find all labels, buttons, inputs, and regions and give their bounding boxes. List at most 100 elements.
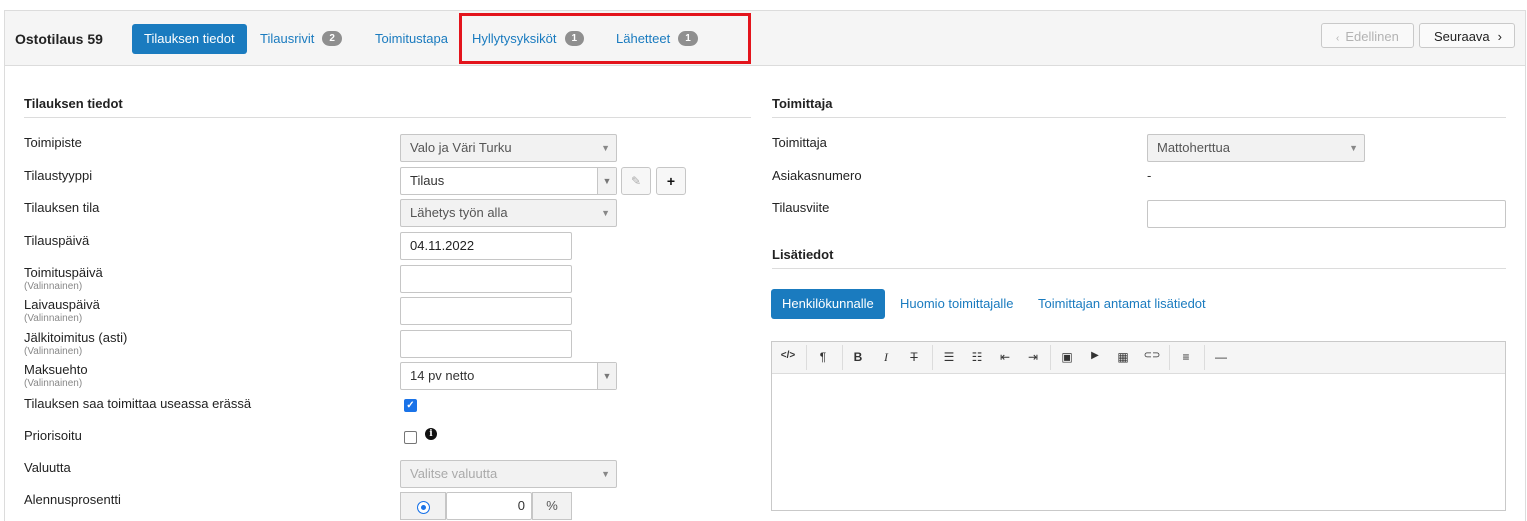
- select-tilaustyyppi[interactable]: Tilaus ▼: [400, 167, 617, 195]
- label-asiakasnumero: Asiakasnumero: [772, 168, 862, 183]
- tab-toimittajan-lisatiedot[interactable]: Toimittajan antamat lisätiedot: [1038, 289, 1206, 319]
- toolbar-divider: [806, 345, 807, 370]
- input-tilausviite[interactable]: [1147, 200, 1506, 228]
- caret-down-icon: ▼: [601, 208, 610, 218]
- optional-hint: (Valinnainen): [24, 378, 83, 389]
- plus-icon: +: [666, 173, 676, 189]
- caret-down-icon: ▼: [597, 168, 616, 194]
- optional-hint: (Valinnainen): [24, 313, 83, 324]
- editor-content[interactable]: [772, 374, 1505, 510]
- toolbar-divider: [842, 345, 843, 370]
- rich-text-editor: </> ¶ B I T ☰ ☷ ⇤ ⇥ ▣ ▶ ▦ ⊂⊃ ≡ —: [771, 341, 1506, 511]
- label-valuutta: Valuutta: [24, 460, 71, 475]
- toolbar-divider: [1050, 345, 1051, 370]
- next-label: Seuraava: [1434, 29, 1490, 44]
- select-placeholder: Valitse valuutta: [410, 466, 498, 481]
- divider: [24, 117, 751, 118]
- section-heading-order-info: Tilauksen tiedot: [24, 96, 123, 111]
- toolbar-divider: [1204, 345, 1205, 370]
- info-icon[interactable]: i: [425, 428, 437, 440]
- radio-addon: [400, 492, 446, 520]
- caret-down-icon: ▼: [1349, 143, 1358, 153]
- next-button[interactable]: Seuraava ›: [1419, 23, 1515, 48]
- horizontal-rule-icon[interactable]: —: [1212, 350, 1230, 364]
- tab-tilauksen-tiedot[interactable]: Tilauksen tiedot: [132, 24, 247, 54]
- tab-label: Tilauksen tiedot: [144, 31, 235, 46]
- section-heading-supplier: Toimittaja: [772, 96, 833, 111]
- label-text: Laivauspäivä: [24, 297, 100, 312]
- label-toimittaja: Toimittaja: [772, 135, 827, 150]
- label-text: Maksuehto: [24, 362, 88, 377]
- ordered-list-icon[interactable]: ☷: [968, 350, 986, 364]
- discount-radio[interactable]: [417, 501, 430, 514]
- checkbox-useassa-erassa[interactable]: ✓: [404, 399, 417, 412]
- outdent-icon[interactable]: ⇤: [996, 350, 1014, 364]
- unordered-list-icon[interactable]: ☰: [940, 350, 958, 364]
- indent-icon[interactable]: ⇥: [1024, 350, 1042, 364]
- chevron-left-icon: ‹: [1336, 33, 1340, 44]
- label-jalkitoimitus: Jälkitoimitus (asti) (Valinnainen): [24, 330, 127, 357]
- add-order-type-button[interactable]: +: [656, 167, 686, 195]
- link-icon[interactable]: ⊂⊃: [1143, 350, 1161, 361]
- input-jalkitoimitus[interactable]: [400, 330, 572, 358]
- label-maksuehto: Maksuehto (Valinnainen): [24, 362, 88, 389]
- edit-button[interactable]: ✎: [621, 167, 651, 195]
- previous-label: Edellinen: [1345, 29, 1399, 44]
- select-tilauksen-tila[interactable]: Lähetys työn alla ▼: [400, 199, 617, 227]
- select-value: Tilaus: [410, 173, 445, 188]
- label-toimituspaiva: Toimituspäivä (Valinnainen): [24, 265, 103, 292]
- caret-down-icon: ▼: [597, 363, 616, 389]
- input-laivauspaiva[interactable]: [400, 297, 572, 325]
- label-tilauksen-tila: Tilauksen tila: [24, 200, 100, 215]
- label-text: Toimituspäivä: [24, 265, 103, 280]
- tab-toimitustapa[interactable]: Toimitustapa: [375, 24, 448, 54]
- optional-hint: (Valinnainen): [24, 281, 83, 292]
- pencil-icon: ✎: [630, 174, 642, 188]
- select-toimittaja[interactable]: Mattoherttua ▼: [1147, 134, 1365, 162]
- input-toimituspaiva[interactable]: [400, 265, 572, 293]
- select-value: Valo ja Väri Turku: [410, 140, 512, 155]
- tab-label: Toimitustapa: [375, 31, 448, 46]
- editor-toolbar: </> ¶ B I T ☰ ☷ ⇤ ⇥ ▣ ▶ ▦ ⊂⊃ ≡ —: [772, 342, 1505, 374]
- code-view-icon[interactable]: </>: [779, 350, 797, 361]
- select-value: Lähetys työn alla: [410, 205, 508, 220]
- highlight-box: [459, 13, 751, 64]
- strikethrough-icon[interactable]: T: [905, 350, 923, 364]
- select-toimipiste[interactable]: Valo ja Väri Turku ▼: [400, 134, 617, 162]
- divider: [772, 117, 1506, 118]
- checkbox-priorisoitu[interactable]: [404, 431, 417, 444]
- page-title: Ostotilaus 59: [15, 31, 103, 47]
- table-icon[interactable]: ▦: [1114, 350, 1132, 364]
- bold-icon[interactable]: B: [849, 350, 867, 364]
- label-laivauspaiva: Laivauspäivä (Valinnainen): [24, 297, 100, 324]
- label-text: Jälkitoimitus (asti): [24, 330, 128, 345]
- select-value: Mattoherttua: [1157, 140, 1230, 155]
- label-alennusprosentti: Alennusprosentti: [24, 492, 121, 507]
- toolbar-divider: [932, 345, 933, 370]
- image-icon[interactable]: ▣: [1058, 350, 1076, 364]
- select-valuutta[interactable]: Valitse valuutta ▼: [400, 460, 617, 488]
- paragraph-style-icon[interactable]: ¶: [814, 350, 832, 364]
- previous-button[interactable]: ‹ Edellinen: [1321, 23, 1414, 48]
- select-maksuehto[interactable]: 14 pv netto ▼: [400, 362, 617, 390]
- input-tilauspaiva[interactable]: 04.11.2022: [400, 232, 572, 260]
- video-icon[interactable]: ▶: [1086, 350, 1104, 361]
- label-priorisoitu: Priorisoitu: [24, 428, 82, 443]
- italic-icon[interactable]: I: [877, 350, 895, 365]
- label-toimipiste: Toimipiste: [24, 135, 82, 150]
- optional-hint: (Valinnainen): [24, 346, 83, 357]
- select-value: 14 pv netto: [410, 368, 475, 383]
- value-asiakasnumero: -: [1147, 168, 1152, 183]
- order-frame: Ostotilaus 59 Tilauksen tiedot Tilausriv…: [4, 10, 1526, 521]
- top-bar: Ostotilaus 59 Tilauksen tiedot Tilausriv…: [5, 11, 1525, 66]
- tab-henkilokunnalle[interactable]: Henkilökunnalle: [771, 289, 885, 319]
- toolbar-divider: [1169, 345, 1170, 370]
- label-tilauspaiva: Tilauspäivä: [24, 233, 90, 248]
- label-tilausviite: Tilausviite: [772, 200, 830, 215]
- tab-label: Tilausrivit: [260, 31, 315, 46]
- align-icon[interactable]: ≡: [1177, 350, 1195, 364]
- divider: [772, 268, 1506, 269]
- tab-tilausrivit[interactable]: Tilausrivit 2: [260, 24, 342, 54]
- tab-huomio-toimittajalle[interactable]: Huomio toimittajalle: [900, 289, 1013, 319]
- input-alennusprosentti[interactable]: 0: [446, 492, 532, 520]
